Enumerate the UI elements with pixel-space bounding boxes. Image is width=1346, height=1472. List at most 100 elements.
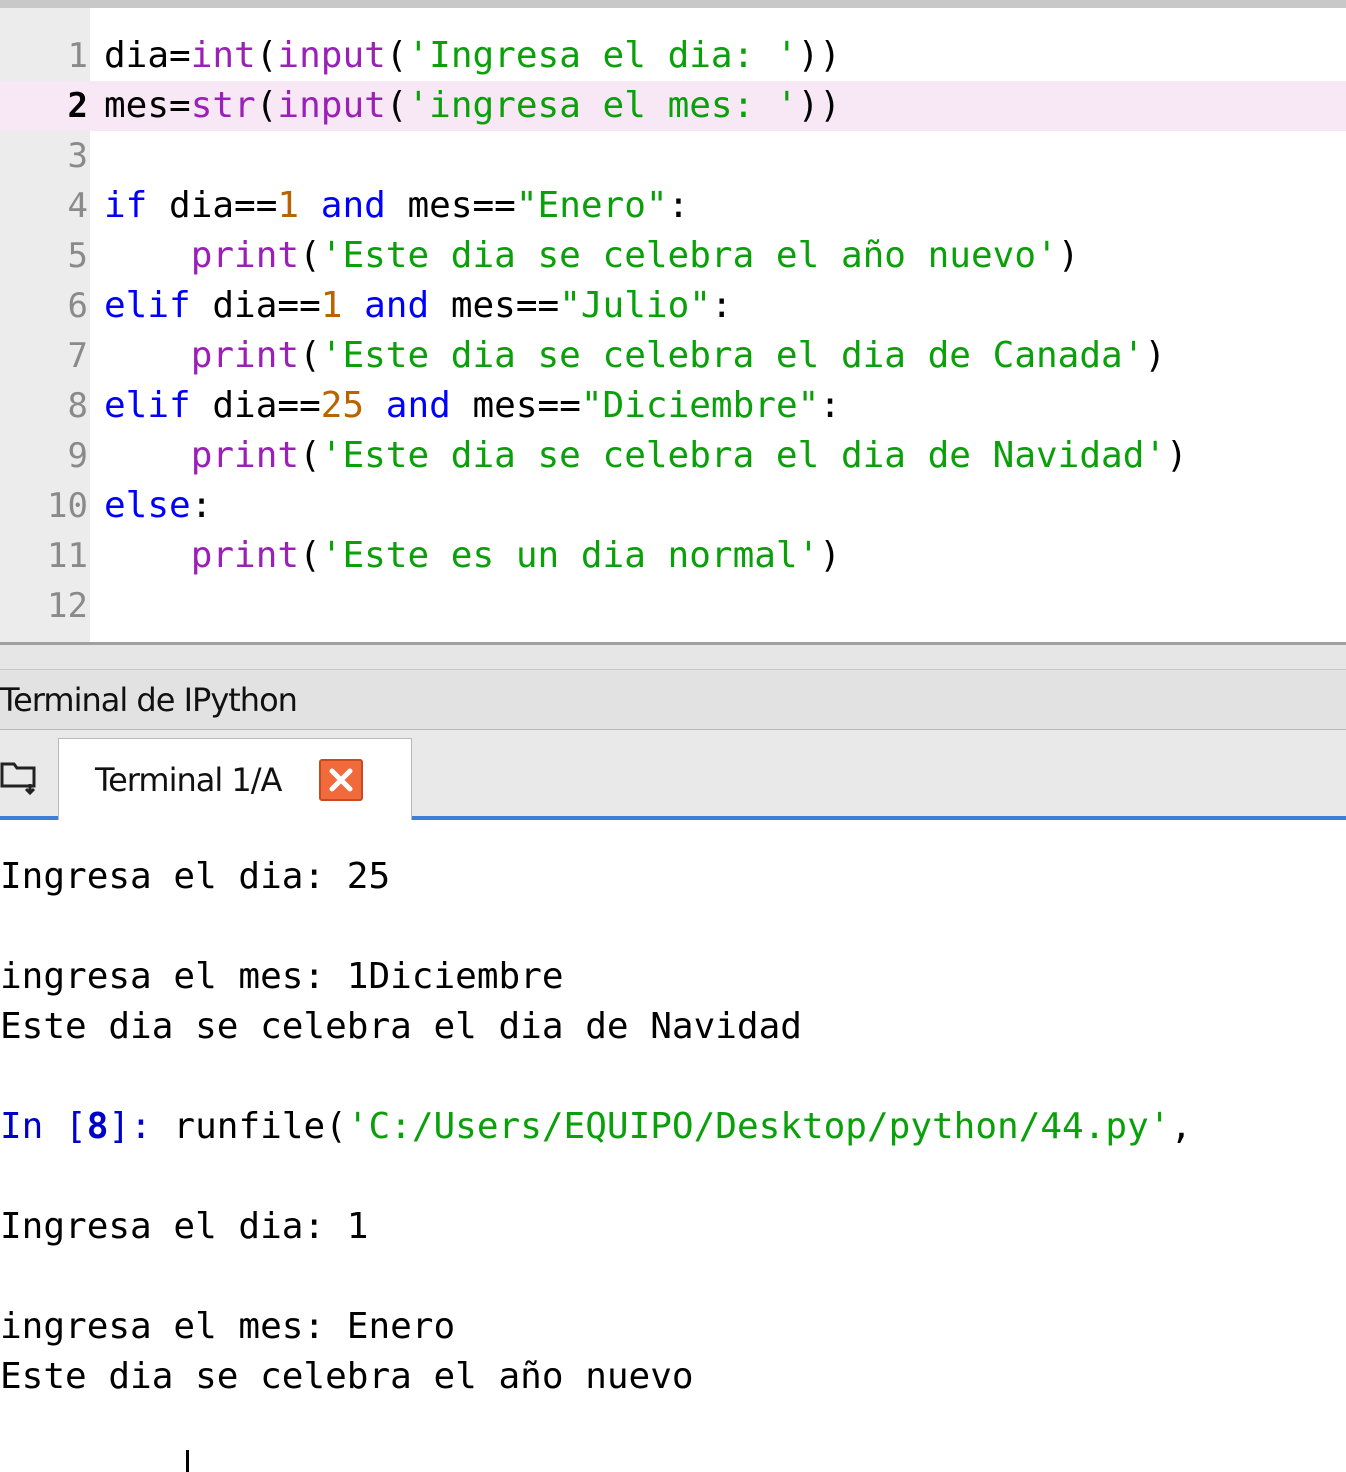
code-text: dia=int(input('Ingresa el dia: '))	[104, 31, 841, 81]
code-token: input	[277, 35, 386, 76]
code-line[interactable]: 8 elif dia==25 and mes=="Diciembre":	[0, 381, 1346, 431]
code-token: (	[299, 235, 321, 276]
code-token: and	[385, 385, 451, 426]
console-line: Ingresa el dia: 25	[0, 852, 1346, 902]
console-token: Ingresa el dia: 25	[0, 856, 391, 897]
code-token: dia=	[104, 35, 191, 76]
code-token: 'ingresa el mes: '	[407, 85, 798, 126]
code-text: print('Este dia se celebra el dia de Nav…	[104, 431, 1188, 481]
code-line[interactable]: 7 print('Este dia se celebra el dia de C…	[0, 331, 1346, 381]
line-number: 9	[67, 436, 88, 476]
code-line[interactable]: 6 elif dia==1 and mes=="Julio":	[0, 281, 1346, 331]
tab-terminal-1a[interactable]: Terminal 1/A	[58, 738, 412, 820]
code-token: dia==	[147, 185, 278, 226]
line-number: 2	[67, 86, 88, 126]
code-text: elif dia==25 and mes=="Diciembre":	[104, 381, 841, 431]
code-text: else:	[104, 481, 212, 531]
code-token: ))	[797, 35, 841, 76]
code-token: )	[1057, 235, 1080, 276]
code-line[interactable]: 3	[0, 131, 1346, 181]
code-line[interactable]: 12	[0, 581, 1346, 631]
code-token: and	[364, 285, 430, 326]
code-token: ))	[797, 85, 841, 126]
code-token: if	[104, 185, 148, 226]
code-line[interactable]: 1 dia=int(input('Ingresa el dia: '))	[0, 31, 1346, 81]
console-token: 'C:/Users/EQUIPO/Desktop/python/44.py'	[346, 1106, 1171, 1147]
code-text: elif dia==1 and mes=="Julio":	[104, 281, 733, 331]
code-token: print	[190, 435, 300, 476]
line-number: 8	[67, 386, 88, 426]
code-token: print	[190, 335, 300, 376]
line-number: 7	[67, 336, 88, 376]
code-token: mes==	[429, 285, 560, 326]
code-token: and	[320, 185, 386, 226]
code-line[interactable]: 2 mes=str(input('ingresa el mes: '))	[0, 81, 1346, 131]
console-token: In [	[0, 1106, 87, 1147]
ipython-console[interactable]: Ingresa el dia: 25 ingresa el mes: 1Dicie…	[0, 820, 1346, 1472]
line-number: 3	[67, 136, 88, 176]
code-token: elif	[104, 285, 191, 326]
code-token: 25	[320, 385, 365, 426]
code-editor[interactable]: 1 dia=int(input('Ingresa el dia: ')) 2 mes=…	[0, 0, 1346, 642]
code-line[interactable]: 5 print('Este dia se celebra el año nuev…	[0, 231, 1346, 281]
code-token: mes=	[104, 85, 191, 126]
code-token: 'Este dia se celebra el año nuevo'	[320, 235, 1058, 276]
code-token: :	[710, 285, 733, 326]
console-token: ]:	[108, 1106, 174, 1147]
code-text: if dia==1 and mes=="Enero":	[104, 181, 689, 231]
code-token: str	[190, 85, 256, 126]
code-token: (	[299, 535, 321, 576]
console-line: ingresa el mes: Enero	[0, 1302, 1346, 1352]
code-token: int	[190, 35, 256, 76]
console-token: ingresa el mes: Enero	[0, 1306, 456, 1347]
line-number: 5	[67, 236, 88, 276]
code-token: (	[385, 35, 408, 76]
code-token: 'Este es un dia normal'	[320, 535, 820, 576]
code-token: mes==	[450, 385, 581, 426]
line-number: 11	[47, 536, 88, 576]
console-line: In [8]: runfile('C:/Users/EQUIPO/Desktop…	[0, 1102, 1346, 1152]
code-token: "Julio"	[559, 285, 711, 326]
code-line[interactable]: 11 print('Este es un dia normal')	[0, 531, 1346, 581]
code-token: 'Este dia se celebra el dia de Navidad'	[320, 435, 1167, 476]
code-line[interactable]: 9 print('Este dia se celebra el dia de N…	[0, 431, 1346, 481]
line-number: 12	[47, 586, 88, 626]
code-line[interactable]: 10 else:	[0, 481, 1346, 531]
code-line[interactable]: 4 if dia==1 and mes=="Enero":	[0, 181, 1346, 231]
console-token: ingresa el mes: 1Diciembre	[0, 956, 564, 997]
pane-title: Terminal de IPython	[0, 670, 1346, 730]
code-token: )	[1166, 435, 1188, 476]
code-token: input	[277, 85, 386, 126]
code-token: 'Este dia se celebra el dia de Canada'	[320, 335, 1145, 376]
console-token: Este dia se celebra el dia de Navidad	[0, 1006, 802, 1047]
console-token: Este dia se celebra el año nuevo	[0, 1356, 694, 1397]
code-token: "Diciembre"	[580, 385, 820, 426]
code-token: (	[385, 85, 408, 126]
code-token: (	[255, 85, 278, 126]
terminal-tab-bar: Terminal 1/A	[0, 730, 1346, 820]
console-line: ingresa el mes: 1Diciembre	[0, 952, 1346, 1002]
code-token: else	[104, 485, 191, 526]
console-line: Ingresa el dia: 1	[0, 1202, 1346, 1252]
tab-label: Terminal 1/A	[95, 761, 282, 799]
text-cursor	[186, 1450, 189, 1472]
console-line: Este dia se celebra el año nuevo	[0, 1352, 1346, 1402]
code-text: print('Este dia se celebra el año nuevo'…	[104, 231, 1080, 281]
code-token: (	[299, 335, 321, 376]
code-token: :	[190, 485, 213, 526]
code-token: print	[190, 535, 300, 576]
close-icon[interactable]	[319, 759, 363, 801]
console-line: Este dia se celebra el dia de Navidad	[0, 1002, 1346, 1052]
console-token: Ingresa el dia: 1	[0, 1206, 369, 1247]
line-number: 4	[67, 186, 88, 226]
folder-icon[interactable]	[0, 756, 40, 796]
code-token: mes==	[385, 185, 516, 226]
pane-splitter[interactable]	[0, 642, 1346, 670]
code-text: mes=str(input('ingresa el mes: '))	[104, 81, 841, 131]
code-token: :	[819, 385, 841, 426]
